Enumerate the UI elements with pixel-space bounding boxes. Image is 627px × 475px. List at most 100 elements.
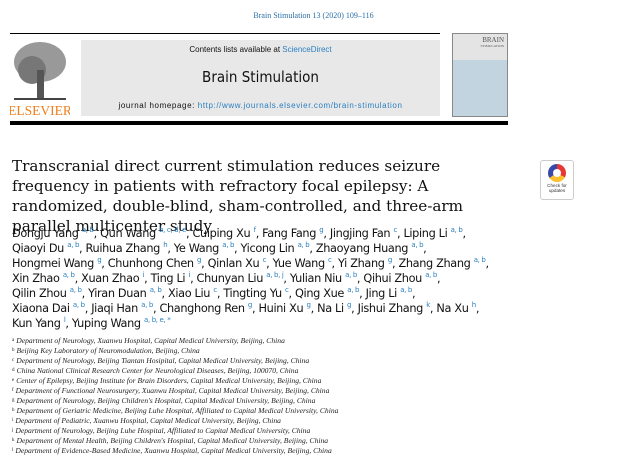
- author-affiliation-marker[interactable]: a, b, j: [266, 271, 283, 279]
- author-name[interactable]: Liping Li: [403, 227, 447, 240]
- author-affiliation-marker[interactable]: a, b: [70, 286, 82, 294]
- author-name[interactable]: Qihui Zhou: [363, 272, 422, 285]
- author-affiliation-marker[interactable]: f: [254, 226, 256, 234]
- author-affiliation-marker[interactable]: a, b: [425, 271, 437, 279]
- author-name[interactable]: Na Xu: [436, 302, 468, 315]
- author-name[interactable]: Fang Fang: [262, 227, 316, 240]
- author-affiliation-marker[interactable]: a, b: [400, 286, 412, 294]
- author-affiliation-marker[interactable]: g: [97, 256, 101, 264]
- author-name[interactable]: Xuan Zhao: [81, 272, 140, 285]
- author-affiliation-marker[interactable]: a, b: [82, 226, 94, 234]
- author-name[interactable]: Cuiping Xu: [192, 227, 250, 240]
- author-name[interactable]: Huini Xu: [258, 302, 303, 315]
- author-affiliation-marker[interactable]: g: [388, 256, 392, 264]
- author-affiliation-marker[interactable]: g: [319, 226, 323, 234]
- author-name[interactable]: Qinlan Xu: [208, 257, 260, 270]
- affiliation-text: Department of Functional Neurosurgery, X…: [15, 386, 330, 395]
- author-name[interactable]: Dongju Yang: [12, 227, 79, 240]
- author-affiliation-marker[interactable]: a, b: [67, 241, 79, 249]
- journal-citation[interactable]: Brain Stimulation 13 (2020) 109–116: [0, 11, 627, 20]
- homepage-link[interactable]: http://www.journals.elsevier.com/brain-s…: [198, 101, 403, 110]
- author-affiliation-marker[interactable]: a, b, e, *: [144, 316, 171, 324]
- author-affiliation-marker[interactable]: a, b: [150, 286, 162, 294]
- author-name[interactable]: Xiao Liu: [168, 287, 210, 300]
- author-affiliation-marker[interactable]: b, c, d, e: [159, 226, 186, 234]
- author-affiliation-marker[interactable]: l: [64, 316, 66, 324]
- author-name[interactable]: Chunyan Liu: [197, 272, 264, 285]
- author-affiliation-marker[interactable]: i: [143, 271, 145, 279]
- author-affiliation-marker[interactable]: c: [213, 286, 217, 294]
- sciencedirect-link[interactable]: ScienceDirect: [282, 45, 331, 54]
- author-name[interactable]: Ting Li: [151, 272, 186, 285]
- elsevier-logo[interactable]: ELSEVIER: [8, 40, 72, 118]
- author-name[interactable]: Yuping Wang: [72, 317, 141, 330]
- author-name[interactable]: Ruihua Zhang: [86, 242, 161, 255]
- author-name[interactable]: Zhang Zhang: [398, 257, 470, 270]
- author-affiliation-marker[interactable]: a, b: [141, 301, 153, 309]
- author-affiliation-marker[interactable]: c: [285, 286, 289, 294]
- author-name[interactable]: Qilin Zhou: [12, 287, 67, 300]
- check-for-updates-button[interactable]: Check for updates: [540, 160, 574, 200]
- author-name[interactable]: Ye Wang: [174, 242, 220, 255]
- affiliation-marker: g: [12, 398, 15, 403]
- author-name[interactable]: Hongmei Wang: [12, 257, 94, 270]
- author-name[interactable]: Yue Wang: [273, 257, 326, 270]
- author-line: Hongmei Wang g, Chunhong Chen g, Qinlan …: [12, 256, 489, 271]
- author-affiliation-marker[interactable]: h: [472, 301, 476, 309]
- affiliation: b Beijing Key Laboratory of Neuromodulati…: [12, 346, 338, 356]
- author-name[interactable]: Qing Xue: [295, 287, 344, 300]
- author-affiliation-marker[interactable]: a, b: [411, 241, 423, 249]
- author-name[interactable]: Tingting Yu: [223, 287, 282, 300]
- author-affiliation-marker[interactable]: c: [328, 256, 332, 264]
- affiliation-marker: i: [12, 418, 14, 423]
- author-name[interactable]: Yicong Lin: [241, 242, 295, 255]
- author-affiliation-marker[interactable]: i: [188, 271, 190, 279]
- affiliation: k Department of Mental Health, Beijing Ch…: [12, 436, 338, 446]
- author-affiliation-marker[interactable]: g: [197, 256, 201, 264]
- author-affiliation-marker[interactable]: g: [248, 301, 252, 309]
- author-name[interactable]: Qun Wang: [100, 227, 156, 240]
- author-affiliation-marker[interactable]: a, b: [63, 271, 75, 279]
- author-affiliation-marker[interactable]: a, b: [451, 226, 463, 234]
- author-affiliation-marker[interactable]: c: [393, 226, 397, 234]
- affiliation-text: Department of Evidence-Based Medicine, X…: [15, 446, 332, 455]
- author-name[interactable]: Jingjing Fan: [330, 227, 391, 240]
- journal-cover[interactable]: BRAIN STIMULATION: [452, 33, 508, 117]
- elsevier-wordmark: ELSEVIER: [10, 103, 70, 118]
- author-name[interactable]: Na Li: [317, 302, 344, 315]
- divider: [10, 33, 440, 34]
- author-name[interactable]: Changhong Ren: [159, 302, 245, 315]
- author-affiliation-marker[interactable]: a, b: [298, 241, 310, 249]
- contents-line: Contents lists available at ScienceDirec…: [81, 45, 440, 54]
- author-affiliation-marker[interactable]: a, b: [222, 241, 234, 249]
- author-affiliation-marker[interactable]: k: [426, 301, 430, 309]
- author-name[interactable]: Yulian Niu: [290, 272, 342, 285]
- journal-title[interactable]: Brain Stimulation: [99, 68, 422, 86]
- author-name[interactable]: Yiran Duan: [88, 287, 147, 300]
- author-affiliation-marker[interactable]: a, b: [73, 301, 85, 309]
- author-name[interactable]: Xiaona Dai: [12, 302, 70, 315]
- author-name[interactable]: Yi Zhang: [338, 257, 385, 270]
- author-affiliation-marker[interactable]: a, b: [345, 271, 357, 279]
- author-name[interactable]: Kun Yang: [12, 317, 61, 330]
- affiliation-text: Beijing Key Laboratory of Neuromodulatio…: [16, 346, 200, 355]
- author-affiliation-marker[interactable]: g: [347, 301, 351, 309]
- author-affiliation-marker[interactable]: h: [163, 241, 167, 249]
- author-line: Qilin Zhou a, b, Yiran Duan a, b, Xiao L…: [12, 286, 416, 301]
- affiliation-text: Department of Neurology, Beijing Tiantan…: [16, 356, 310, 365]
- author-affiliation-marker[interactable]: g: [307, 301, 311, 309]
- affiliation-marker: b: [12, 348, 15, 353]
- author-name[interactable]: Zhaoyang Huang: [316, 242, 409, 255]
- author-affiliation-marker[interactable]: a, b: [474, 256, 486, 264]
- author-name[interactable]: Jing Li: [366, 287, 398, 300]
- affiliation: a Department of Neurology, Xuanwu Hospita…: [12, 336, 338, 346]
- author-name[interactable]: Chunhong Chen: [108, 257, 194, 270]
- author-name[interactable]: Qiaoyi Du: [12, 242, 64, 255]
- author-name[interactable]: Jiaqi Han: [91, 302, 138, 315]
- affiliation-marker: j: [12, 428, 14, 433]
- affiliation-text: Department of Neurology, Xuanwu Hospital…: [16, 336, 285, 345]
- author-affiliation-marker[interactable]: c: [263, 256, 267, 264]
- author-name[interactable]: Jishui Zhang: [358, 302, 424, 315]
- author-name[interactable]: Xin Zhao: [12, 272, 60, 285]
- author-affiliation-marker[interactable]: a, b: [347, 286, 359, 294]
